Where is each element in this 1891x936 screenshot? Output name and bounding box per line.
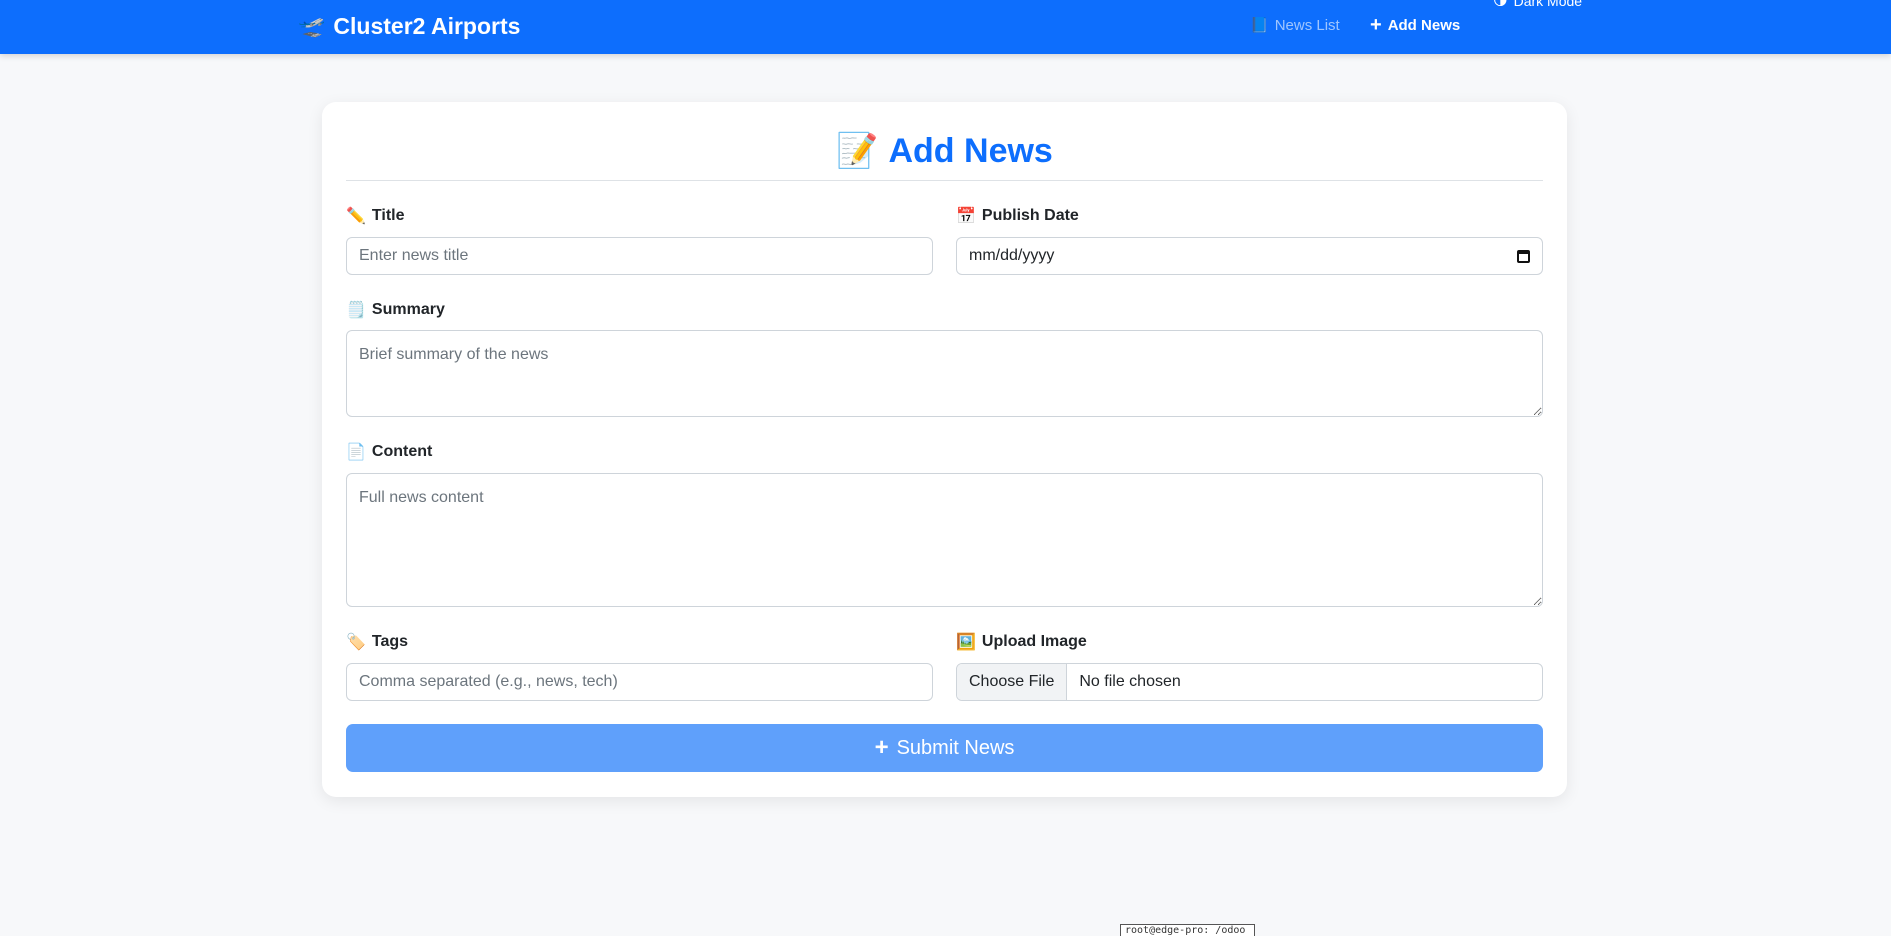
framed-picture-icon: 🖼️ bbox=[956, 634, 976, 651]
content-textarea[interactable] bbox=[346, 473, 1543, 607]
airplane-icon: 🛫 bbox=[298, 13, 326, 38]
terminal-tooltip: root@edge-pro: /odoo bbox=[1120, 924, 1255, 936]
file-status: No file chosen bbox=[1079, 673, 1181, 690]
publish-date-input[interactable]: mm/dd/yyyy bbox=[956, 237, 1543, 275]
tag-icon: 🏷️ bbox=[346, 634, 366, 651]
plus-icon: + bbox=[1370, 13, 1382, 36]
title-label: ✏️ Title bbox=[346, 206, 405, 226]
choose-file-button[interactable]: Choose File bbox=[957, 664, 1068, 700]
spiral-notepad-icon: 🗒️ bbox=[346, 302, 366, 319]
dark-mode-label: Dark Mode bbox=[1513, 0, 1583, 9]
submit-news-button[interactable]: + Submit News bbox=[346, 724, 1543, 772]
summary-textarea[interactable] bbox=[346, 330, 1543, 417]
plus-icon: + bbox=[874, 734, 889, 761]
submit-news-label: Submit News bbox=[896, 736, 1015, 759]
title-divider bbox=[346, 180, 1543, 181]
nav-add-news[interactable]: + Add News bbox=[1370, 14, 1460, 37]
dark-mode-toggle[interactable]: 🌗 Dark Mode bbox=[1493, 0, 1582, 9]
publish-date-value: mm/dd/yyyy bbox=[969, 247, 1055, 264]
upload-image-label-text: Upload Image bbox=[981, 633, 1087, 650]
brand-link[interactable]: 🛫 Cluster2 Airports bbox=[298, 10, 520, 42]
half-moon-icon: 🌗 bbox=[1493, 0, 1508, 8]
upload-image-input[interactable]: Choose File No file chosen bbox=[956, 663, 1543, 701]
calendar-picker-icon[interactable] bbox=[1517, 249, 1530, 263]
book-icon: 📘 bbox=[1250, 17, 1269, 34]
brand-label: Cluster2 Airports bbox=[333, 12, 521, 39]
content-label: 📄 Content bbox=[346, 442, 432, 462]
summary-label: 🗒️ Summary bbox=[346, 300, 445, 320]
publish-date-label: 📅 Publish Date bbox=[956, 206, 1079, 226]
page-title: 📝 Add News bbox=[346, 122, 1543, 180]
memo-icon: 📝 bbox=[836, 132, 879, 170]
summary-label-text: Summary bbox=[371, 301, 445, 318]
title-input[interactable] bbox=[346, 237, 933, 275]
upload-image-label: 🖼️ Upload Image bbox=[956, 632, 1087, 652]
nav-news-list-label: News List bbox=[1274, 16, 1340, 34]
navbar: 🛫 Cluster2 Airports 📘 News List + Add Ne… bbox=[0, 0, 1891, 54]
pencil-icon: ✏️ bbox=[346, 208, 366, 225]
tags-label-text: Tags bbox=[371, 633, 409, 650]
title-label-text: Title bbox=[371, 207, 405, 224]
tags-input[interactable] bbox=[346, 663, 933, 701]
add-news-card: 📝 Add News ✏️ Title 📅 Publish Date mm/dd… bbox=[322, 102, 1567, 797]
page-icon: 📄 bbox=[346, 444, 366, 461]
publish-date-label-text: Publish Date bbox=[981, 207, 1079, 224]
nav-add-news-label: Add News bbox=[1387, 16, 1461, 34]
tags-label: 🏷️ Tags bbox=[346, 632, 408, 652]
content-label-text: Content bbox=[371, 443, 433, 460]
nav-news-list[interactable]: 📘 News List bbox=[1250, 16, 1340, 35]
calendar-icon: 📅 bbox=[956, 208, 976, 225]
page-title-label: Add News bbox=[888, 131, 1053, 170]
